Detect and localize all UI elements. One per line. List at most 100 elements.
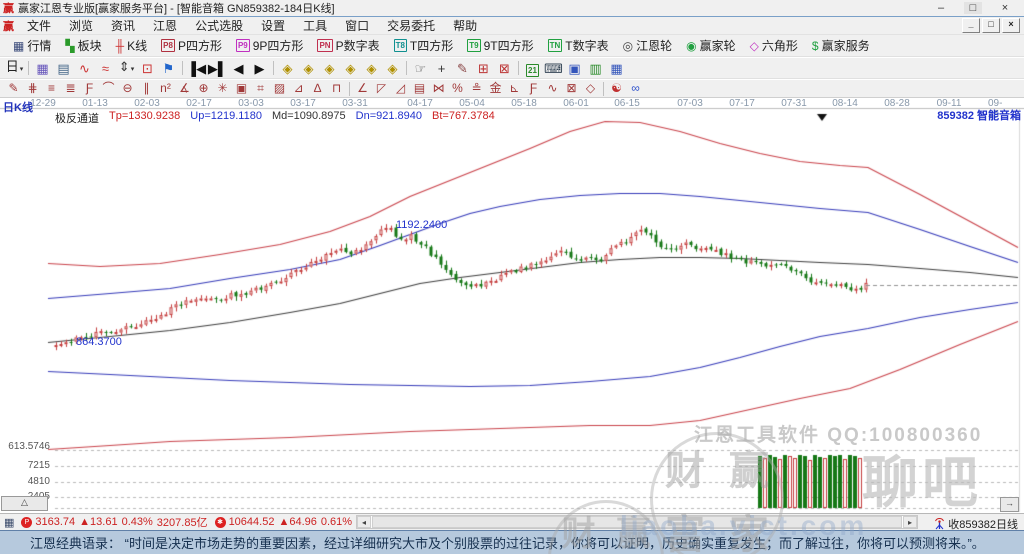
menu-item-6[interactable]: 工具 [294,17,336,34]
p-square-button[interactable]: P8 P四方形 [154,36,229,55]
shanghai-index-icon[interactable]: P [21,516,33,528]
diamond-mark-tool[interactable]: ◇ [581,80,600,97]
hexagon-button[interactable]: ◇ 六角形 [743,36,805,55]
minute-chart-icon[interactable]: ▦ [32,60,53,77]
scroll-right-button[interactable]: ▶ [249,60,270,77]
hline-tool[interactable]: ≡ [42,80,61,97]
golden-ratio-tool[interactable]: ≗ [467,80,486,97]
diamond-expand-vertical-button[interactable]: ◈ [361,60,382,77]
sectors-button[interactable]: ▚ 板块 [58,36,108,55]
chart-horizontal-scrollbar[interactable]: ◂ ▸ [356,515,918,529]
scroll-right-corner-button[interactable]: → [1000,497,1019,512]
diamond-zoom-out-button[interactable]: ◈ [277,60,298,77]
angle-measure-tool[interactable]: ∡ [175,80,194,97]
mdi-close-button[interactable]: × [1002,18,1020,33]
menu-item-4[interactable]: 公式选股 [186,17,252,34]
menu-item-1[interactable]: 浏览 [60,17,102,34]
right-angle-tool[interactable]: ⊾ [505,80,524,97]
golden-price-tool[interactable]: 金 [486,80,505,97]
fibo-ext-tool[interactable]: Ƒ [524,80,543,97]
close-mark-tool[interactable]: ⊠ [562,80,581,97]
percent-tool[interactable]: % [448,80,467,97]
f10-report-icon[interactable]: ▤ [53,60,74,77]
gann-wheel-button[interactable]: ◎ 江恩轮 [616,36,680,55]
mdi-restore-button[interactable]: □ [982,18,1000,33]
diamond-zoom-in-button[interactable]: ◈ [298,60,319,77]
t-square-button[interactable]: T8 T四方形 [387,36,461,55]
trend-line-icon[interactable]: ∿ [74,60,95,77]
market-grid-icon[interactable]: ▦ [4,516,14,529]
square-of-nine-tool[interactable]: n² [156,80,175,97]
scrollbar-right-arrow[interactable]: ▸ [903,516,917,528]
bracket-tool[interactable]: ⊓ [327,80,346,97]
fibonacci-tool[interactable]: Ƒ [80,80,99,97]
pane-tab-daily-kline[interactable]: 日K线 [3,99,33,115]
pen-tool[interactable]: ✎ [4,80,23,97]
table-tool[interactable]: ▤ [410,80,429,97]
crosshair-tool[interactable]: + [431,60,452,77]
menu-item-5[interactable]: 设置 [252,17,294,34]
overlay-chart-icon[interactable]: ⊡ [137,60,158,77]
arc-tool[interactable]: ⌒ [99,80,118,97]
scrollbar-left-arrow[interactable]: ◂ [357,516,371,528]
hash-grid-tool[interactable]: ⌗ [251,80,270,97]
lower-fan-tool[interactable]: ◿ [391,80,410,97]
rect-tool[interactable]: ▣ [232,80,251,97]
ellipse-tool[interactable]: ⊖ [118,80,137,97]
menu-item-3[interactable]: 江恩 [144,17,186,34]
save-icon[interactable]: ▣ [564,60,585,77]
winner-service-button[interactable]: $ 赢家服务 [805,36,877,55]
close-button[interactable]: × [996,2,1014,14]
delta-tool[interactable]: ∆ [308,80,327,97]
upper-fan-tool[interactable]: ◸ [372,80,391,97]
p-number-table-button[interactable]: PN P数字表 [310,36,386,55]
gann-circle-tool[interactable]: ⊕ [194,80,213,97]
infinity-curve-icon[interactable]: ∞ [626,80,645,97]
first-page-button[interactable]: ▐◀ [186,60,207,77]
vlines-tool[interactable]: ∥ [137,80,156,97]
diamond-expand-horizontal-button[interactable]: ◈ [319,60,340,77]
export-icon[interactable]: ▥ [585,60,606,77]
menu-item-0[interactable]: 文件 [18,17,60,34]
menu-item-9[interactable]: 帮助 [444,17,486,34]
triangle-tool[interactable]: ⊿ [289,80,308,97]
calculator-icon[interactable]: ⌨ [543,60,564,77]
import-icon[interactable]: ▦ [606,60,627,77]
menu-item-8[interactable]: 交易委托 [378,17,444,34]
calendar-icon[interactable]: 21 [522,60,543,77]
menu-item-2[interactable]: 资讯 [102,17,144,34]
cross-lines-tool[interactable]: ⋈ [429,80,448,97]
stamp-tool-red[interactable]: ⊞ [473,60,494,77]
stamp-tool-red-2[interactable]: ⊠ [494,60,515,77]
t-number-table-button[interactable]: TN T数字表 [541,36,616,55]
p9-square-button[interactable]: P9 9P四方形 [229,36,310,55]
yinyang-ball-icon[interactable]: ☯ [607,80,626,97]
shaded-box-tool[interactable]: ▨ [270,80,289,97]
pane-collapse-button[interactable]: △ [1,496,48,511]
multi-hline-tool[interactable]: ≣ [61,80,80,97]
wave-tool[interactable]: ∿ [543,80,562,97]
mdi-minimize-button[interactable]: _ [962,18,980,33]
angle-line-tool[interactable]: ∠ [353,80,372,97]
scrollbar-thumb[interactable] [372,516,902,528]
t9-square-button[interactable]: T9 9T四方形 [460,36,540,55]
bar-width-selector[interactable]: ⇕▾ [116,58,137,78]
diamond-fit-button[interactable]: ◈ [340,60,361,77]
kline-button[interactable]: ╫ K线 [109,36,155,55]
shenzhen-index-icon[interactable]: ✱ [214,516,226,528]
hand-tool[interactable]: ☞ [410,60,431,77]
mark-flag-icon[interactable]: ⚑ [158,60,179,77]
last-page-button[interactable]: ▶▌ [207,60,228,77]
period-selector[interactable]: 日▾ [4,58,25,78]
maximize-button[interactable]: □ [964,2,982,14]
star-rays-tool[interactable]: ✳ [213,80,232,97]
menu-item-7[interactable]: 窗口 [336,17,378,34]
gann-grid-tool[interactable]: ⋕ [23,80,42,97]
quotes-button[interactable]: ▦ 行情 [6,36,58,55]
scroll-left-button[interactable]: ◀ [228,60,249,77]
diamond-expand-all-button[interactable]: ◈ [382,60,403,77]
winner-wheel-button[interactable]: ◉ 赢家轮 [679,36,743,55]
annotate-tool[interactable]: ✎ [452,60,473,77]
multi-trend-icon[interactable]: ≈ [95,60,116,77]
minimize-button[interactable]: – [932,2,950,14]
